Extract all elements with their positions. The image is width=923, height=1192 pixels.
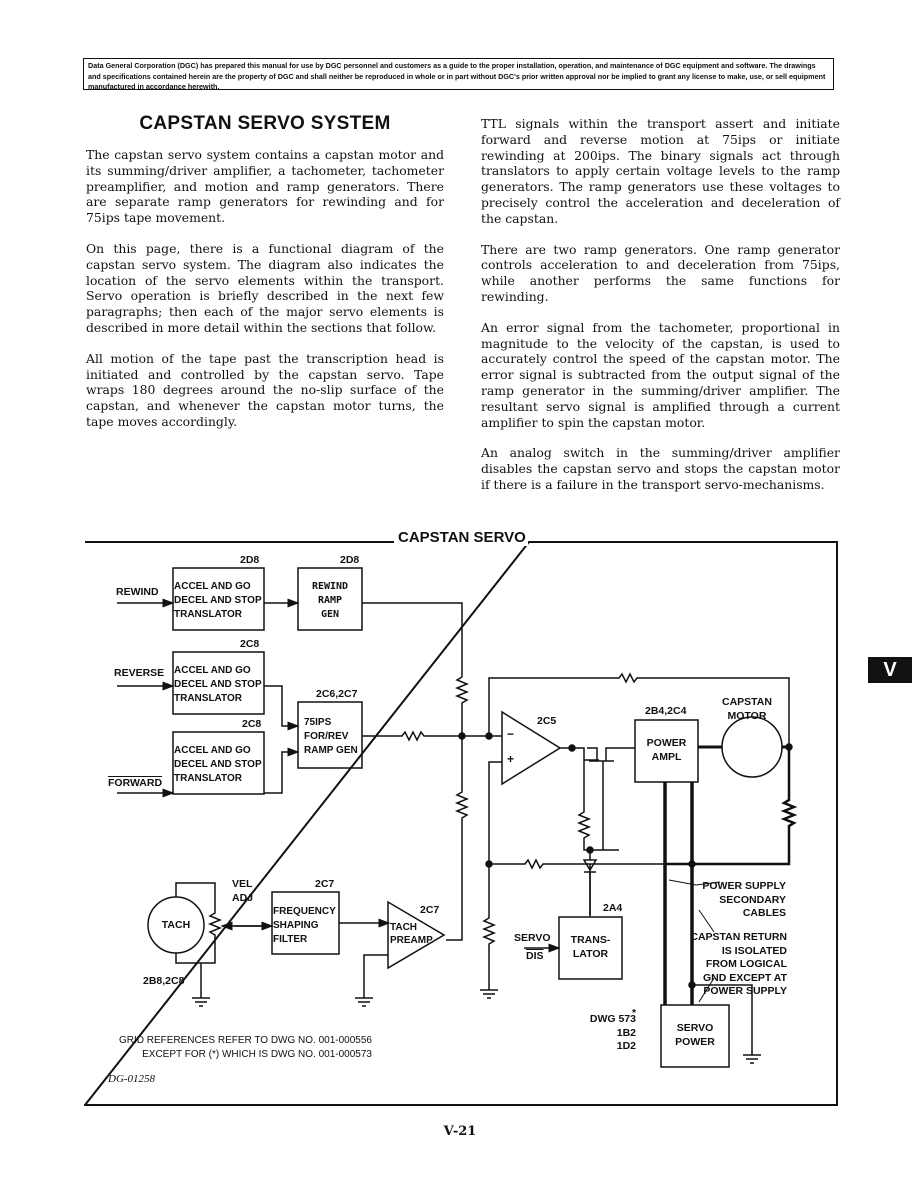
right-column: TTL signals within the transport assert … <box>481 116 840 508</box>
ref-label: 2B8,2C8 <box>143 975 185 987</box>
paragraph: On this page, there is a functional diag… <box>86 240 444 335</box>
plus-sign: + <box>507 752 515 766</box>
servo-power-ref: DWG 573 1B2 1D2 <box>589 1013 636 1052</box>
section-title: CAPSTAN SERVO SYSTEM <box>139 113 391 134</box>
left-column: The capstan servo system contains a caps… <box>86 147 444 445</box>
resistor <box>454 676 470 736</box>
input-servo-dis-1: SERVO <box>514 932 551 944</box>
input-rewind: REWIND <box>116 586 159 598</box>
ref-label: 2C8 <box>242 718 262 730</box>
ref-label: 2C7 <box>420 904 440 916</box>
translator-reverse-label: ACCEL AND GO DECEL AND STOP TRANSLATOR <box>174 665 262 704</box>
minus-sign: − <box>507 727 515 741</box>
note-power-supply-cables: POWER SUPPLY SECONDARY CABLES <box>702 880 786 919</box>
ref-label: 2C5 <box>537 715 557 727</box>
ref-label: 2C7 <box>315 878 335 890</box>
translator-forward-label: ACCEL AND GO DECEL AND STOP TRANSLATOR <box>174 745 262 784</box>
copyright-notice: Data General Corporation (DGC) has prepa… <box>83 58 834 91</box>
ref-label: 2C6,2C7 <box>316 688 358 700</box>
ramp-75ips-label: 75IPS FOR/REV RAMP GEN <box>304 717 358 756</box>
vel-adj-label: VEL ADJ <box>232 878 254 904</box>
tach-preamp-label: TACH PREAMP <box>390 922 433 946</box>
diagram-frame <box>84 541 838 1106</box>
input-servo-dis-2: DIS <box>526 950 544 962</box>
tach-label: TACH <box>161 919 191 931</box>
note-capstan-return: CAPSTAN RETURN IS ISOLATED FROM LOGICAL … <box>690 931 787 997</box>
power-ampl-label: POWER AMPL <box>646 737 687 763</box>
freq-filter-label: FREQUENCY SHAPING FILTER <box>273 906 336 945</box>
paragraph: There are two ramp generators. One ramp … <box>481 241 840 304</box>
paragraph: TTL signals within the transport assert … <box>481 116 840 226</box>
capstan-motor-circle <box>721 716 783 778</box>
paragraph: An analog switch in the summing/driver a… <box>481 445 840 492</box>
capstan-motor-label: CAPSTAN MOTOR <box>722 696 772 722</box>
rewind-ramp-label: REWIND RAMP GEN <box>311 581 349 620</box>
capstan-servo-diagram: CAPSTAN SERVO REWIND REVERSE FORWARD 2D8… <box>84 529 838 1106</box>
drawing-number: DG-01258 <box>108 1073 156 1085</box>
paragraph: An error signal from the tachometer, pro… <box>481 319 840 430</box>
ref-label: 2D8 <box>240 554 260 566</box>
servo-power-label: SERVO POWER <box>675 1022 715 1048</box>
diagram-title: CAPSTAN SERVO <box>396 529 528 546</box>
ref-label: 2C8 <box>240 638 260 650</box>
ref-label: 2A4 <box>603 902 623 914</box>
paragraph: The capstan servo system contains a caps… <box>86 147 444 226</box>
ref-label: 2D8 <box>340 554 360 566</box>
input-reverse: REVERSE <box>114 667 165 679</box>
section-tab: V <box>868 657 912 683</box>
page-number: V-21 <box>443 1124 477 1139</box>
ref-label: 2B4,2C4 <box>645 705 687 717</box>
grid-reference-note: GRID REFERENCES REFER TO DWG NO. 001-000… <box>118 1035 372 1060</box>
translator-rewind-label: ACCEL AND GO DECEL AND STOP TRANSLATOR <box>174 581 262 620</box>
paragraph: All motion of the tape past the transcri… <box>86 350 444 429</box>
translator-servo-label: TRANS- LATOR <box>570 934 611 960</box>
input-forward: FORWARD <box>108 777 163 789</box>
